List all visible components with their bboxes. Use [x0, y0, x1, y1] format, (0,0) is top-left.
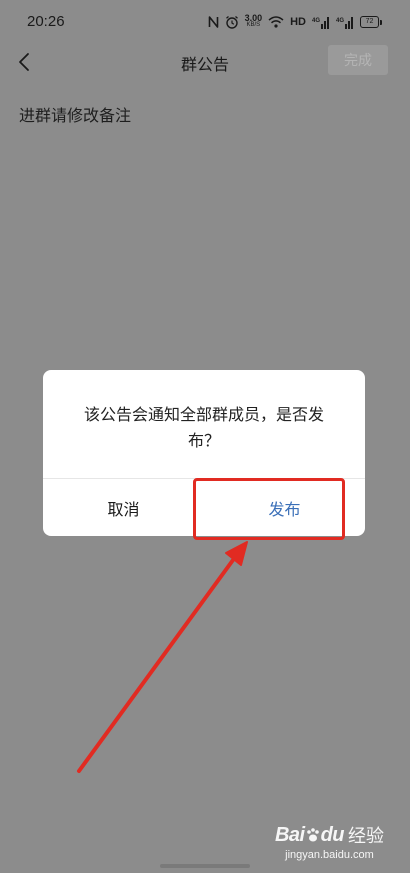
- done-button[interactable]: 完成: [328, 45, 388, 75]
- dialog-message: 该公告会通知全部群成员，是否发布？: [83, 405, 324, 450]
- announcement-text[interactable]: 进群请修改备注: [19, 102, 131, 126]
- status-bar: 20:26 3.00 KB/S HD 4G 4G 72: [0, 0, 410, 44]
- svg-text:4G: 4G: [312, 18, 320, 24]
- screen: 20:26 3.00 KB/S HD 4G 4G 72 群公告 完成 进群请修改…: [0, 0, 410, 873]
- battery-level: 72: [360, 16, 379, 28]
- signal-icon: 4G: [312, 16, 329, 29]
- watermark-url: jingyan.baidu.com: [285, 849, 374, 861]
- svg-text:4G: 4G: [336, 18, 344, 24]
- status-icons: 3.00 KB/S HD 4G 4G 72: [208, 12, 382, 32]
- net-speed-value: 3.00: [244, 13, 263, 23]
- highlight-box: [193, 478, 345, 540]
- watermark-product: 经验: [348, 826, 384, 847]
- nfc-icon: [208, 16, 218, 28]
- battery-icon: 72: [360, 16, 382, 28]
- signal-icon-2: 4G: [336, 16, 353, 29]
- hd-label: HD: [290, 16, 306, 28]
- watermark-brand: Bai du: [274, 823, 345, 846]
- status-time: 20:26: [27, 13, 65, 30]
- net-speed: 3.00 KB/S: [244, 13, 263, 29]
- paw-icon: [306, 827, 319, 841]
- wifi-icon: [268, 16, 284, 28]
- cancel-button[interactable]: 取消: [43, 479, 204, 536]
- net-speed-unit: KB/S: [246, 22, 261, 28]
- nav-bar: 群公告 完成: [0, 44, 410, 82]
- watermark-logo: Bai du 经验 jingyan.baidu.com: [274, 822, 384, 862]
- gesture-bar: [160, 864, 250, 868]
- alarm-icon: [225, 16, 238, 29]
